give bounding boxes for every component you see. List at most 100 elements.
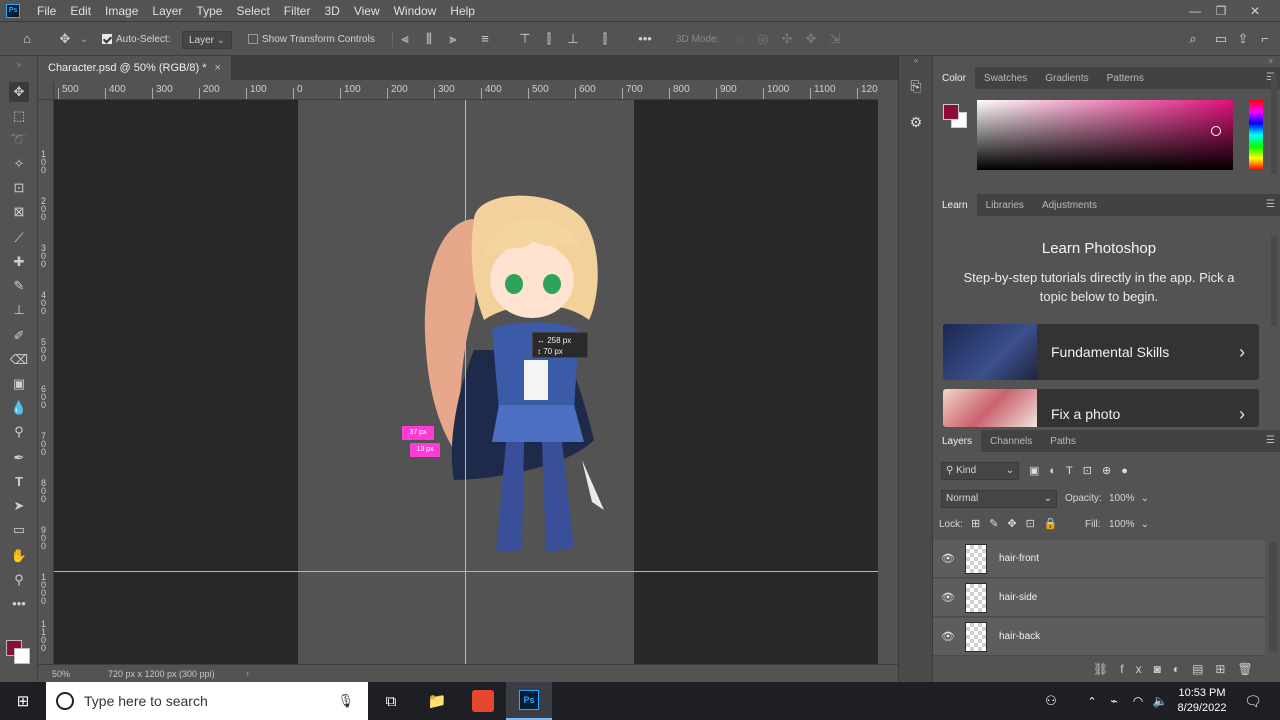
- tab-adjustments[interactable]: Adjustments: [1033, 194, 1106, 216]
- layer-actions-bar[interactable]: ⛓fx◙◐▤⊞🗑: [1093, 662, 1265, 676]
- visibility-eye-icon[interactable]: 👁: [933, 552, 963, 565]
- close-tab-icon[interactable]: ×: [215, 62, 221, 74]
- marquee-tool-icon[interactable]: ⬚: [9, 106, 29, 126]
- 3d-pan-icon[interactable]: ✣: [780, 32, 794, 46]
- move-tool-icon[interactable]: ✥: [58, 32, 72, 46]
- 3d-roll-icon[interactable]: ◎: [756, 32, 770, 46]
- align-center-icon[interactable]: ⫼: [422, 32, 436, 46]
- windows-start-icon[interactable]: ⊞: [0, 682, 46, 720]
- collapse-panels-icon[interactable]: »: [933, 56, 1280, 66]
- character-illustration[interactable]: [414, 180, 614, 560]
- lasso-tool-icon[interactable]: ➰: [9, 130, 29, 150]
- magic-wand-tool-icon[interactable]: ✧: [9, 154, 29, 174]
- tab-swatches[interactable]: Swatches: [975, 67, 1036, 89]
- learn-panel-scrollbar[interactable]: [1271, 236, 1277, 326]
- file-explorer-icon[interactable]: 📁: [414, 682, 460, 720]
- align-left-icon[interactable]: ⫷: [398, 32, 412, 46]
- blur-tool-icon[interactable]: 💧: [9, 398, 29, 418]
- path-selection-tool-icon[interactable]: ➤: [9, 496, 29, 516]
- blend-mode-dropdown[interactable]: Normal ⌄: [941, 490, 1057, 508]
- type-tool-icon[interactable]: T: [9, 472, 29, 492]
- layer-row[interactable]: 👁 hair-back: [933, 618, 1265, 656]
- distribute-icon[interactable]: ≡: [478, 32, 492, 46]
- share-icon[interactable]: ⇪: [1236, 32, 1250, 46]
- pen-tool-icon[interactable]: ✒: [9, 448, 29, 468]
- 3d-slide-icon[interactable]: ✥: [804, 32, 818, 46]
- app-red-icon[interactable]: [460, 682, 506, 720]
- background-color-swatch[interactable]: [14, 648, 30, 664]
- layer-filter-dropdown[interactable]: ⚲ Kind ⌄: [941, 462, 1019, 480]
- history-panel-icon[interactable]: ⎘: [907, 78, 925, 96]
- search-icon[interactable]: ⌕: [1186, 32, 1200, 46]
- rectangle-tool-icon[interactable]: ▭: [9, 520, 29, 540]
- properties-panel-icon[interactable]: ⚙: [907, 114, 925, 132]
- network-icon[interactable]: ⌁: [1102, 682, 1126, 720]
- auto-select-target-dropdown[interactable]: Layer ⌄: [182, 31, 232, 49]
- hue-slider[interactable]: [1249, 100, 1263, 170]
- visibility-eye-icon[interactable]: 👁: [933, 591, 963, 604]
- color-picker-field[interactable]: [977, 100, 1233, 170]
- move-tool-icon[interactable]: ✥: [9, 82, 29, 102]
- close-window-icon[interactable]: ✕: [1240, 0, 1270, 22]
- tab-layers[interactable]: Layers: [933, 430, 982, 452]
- hand-tool-icon[interactable]: ✋: [9, 546, 29, 566]
- chevron-up-icon[interactable]: ⌃: [1080, 682, 1104, 720]
- workspace-icon[interactable]: ▭: [1214, 32, 1228, 46]
- document-info[interactable]: 720 px x 1200 px (300 ppi): [108, 669, 215, 679]
- tab-learn[interactable]: Learn: [933, 194, 977, 216]
- 3d-scale-icon[interactable]: ⇲: [828, 32, 842, 46]
- canvas-area[interactable]: ↔ 258 px ↕ 70 px 37 px 13 px: [54, 100, 878, 664]
- status-arrow-icon[interactable]: ›: [246, 668, 249, 678]
- color-panel-scrollbar[interactable]: [1271, 74, 1277, 174]
- auto-select-checkbox[interactable]: Auto-Select:: [102, 31, 170, 47]
- menu-item-select[interactable]: Select: [229, 4, 276, 18]
- 3d-orbit-icon[interactable]: ◌: [732, 32, 746, 46]
- dodge-tool-icon[interactable]: ⚲: [9, 422, 29, 442]
- menu-item-filter[interactable]: Filter: [277, 4, 318, 18]
- tab-gradients[interactable]: Gradients: [1036, 67, 1097, 89]
- tab-channels[interactable]: Channels: [981, 430, 1041, 452]
- tab-libraries[interactable]: Libraries: [977, 194, 1033, 216]
- layer-row[interactable]: 👁 hair-front: [933, 540, 1265, 578]
- tab-color[interactable]: Color: [933, 67, 975, 89]
- menu-item-help[interactable]: Help: [443, 4, 482, 18]
- document-tab[interactable]: Character.psd @ 50% (RGB/8) * ×: [38, 56, 231, 80]
- more-options-icon[interactable]: •••: [638, 32, 652, 46]
- learn-card-fix-a-photo[interactable]: Fix a photo ›: [943, 389, 1259, 427]
- zoom-tool-icon[interactable]: ⚲: [9, 570, 29, 590]
- layers-scrollbar[interactable]: [1269, 542, 1277, 652]
- tab-paths[interactable]: Paths: [1041, 430, 1085, 452]
- taskbar-clock[interactable]: 10:53 PM 8/29/2022: [1170, 686, 1234, 716]
- menu-item-type[interactable]: Type: [189, 4, 229, 18]
- stamp-tool-icon[interactable]: ⊥: [9, 300, 29, 320]
- wifi-icon[interactable]: ◠: [1126, 682, 1150, 720]
- lock-icons[interactable]: ⊞✎✥⊡🔒: [971, 517, 1067, 530]
- edit-toolbar-icon[interactable]: •••: [9, 594, 29, 614]
- distribute-vertical-icon[interactable]: ⫿: [598, 32, 612, 46]
- menu-item-view[interactable]: View: [347, 4, 387, 18]
- menu-item-edit[interactable]: Edit: [63, 4, 98, 18]
- layer-filter-icons[interactable]: ▣◐T⊡⊕●: [1029, 464, 1138, 477]
- panel-menu-icon[interactable]: ☰: [1266, 435, 1275, 446]
- frame-tool-icon[interactable]: ⊠: [9, 202, 29, 222]
- task-view-icon[interactable]: ⧉: [368, 682, 414, 720]
- color-picker-handle[interactable]: [1211, 126, 1221, 136]
- tab-patterns[interactable]: Patterns: [1098, 67, 1153, 89]
- tool-preset-chevron-icon[interactable]: ⌄: [80, 31, 88, 47]
- visibility-eye-icon[interactable]: 👁: [933, 630, 963, 643]
- vertical-guide[interactable]: [465, 100, 466, 664]
- home-icon[interactable]: ⌂: [20, 32, 34, 46]
- align-bottom-icon[interactable]: ⊥: [566, 32, 580, 46]
- photoshop-logo-icon[interactable]: Ps: [6, 3, 20, 18]
- expand-panels-icon[interactable]: ⌐: [1258, 32, 1272, 46]
- menu-item-file[interactable]: File: [30, 4, 63, 18]
- menu-item-3d[interactable]: 3D: [317, 4, 346, 18]
- history-brush-tool-icon[interactable]: ✐: [9, 326, 29, 346]
- horizontal-ruler[interactable]: 500 400 300 200 100 0 100 200 300 400 500 600 700 800…: [54, 82, 878, 100]
- foreground-color-swatch[interactable]: [943, 104, 959, 120]
- volume-icon[interactable]: 🔈: [1148, 682, 1172, 720]
- menu-item-layer[interactable]: Layer: [145, 4, 189, 18]
- microphone-icon[interactable]: 🎙: [337, 693, 354, 709]
- gradient-tool-icon[interactable]: ▣: [9, 374, 29, 394]
- taskbar-search-box[interactable]: Type here to search 🎙: [46, 682, 368, 720]
